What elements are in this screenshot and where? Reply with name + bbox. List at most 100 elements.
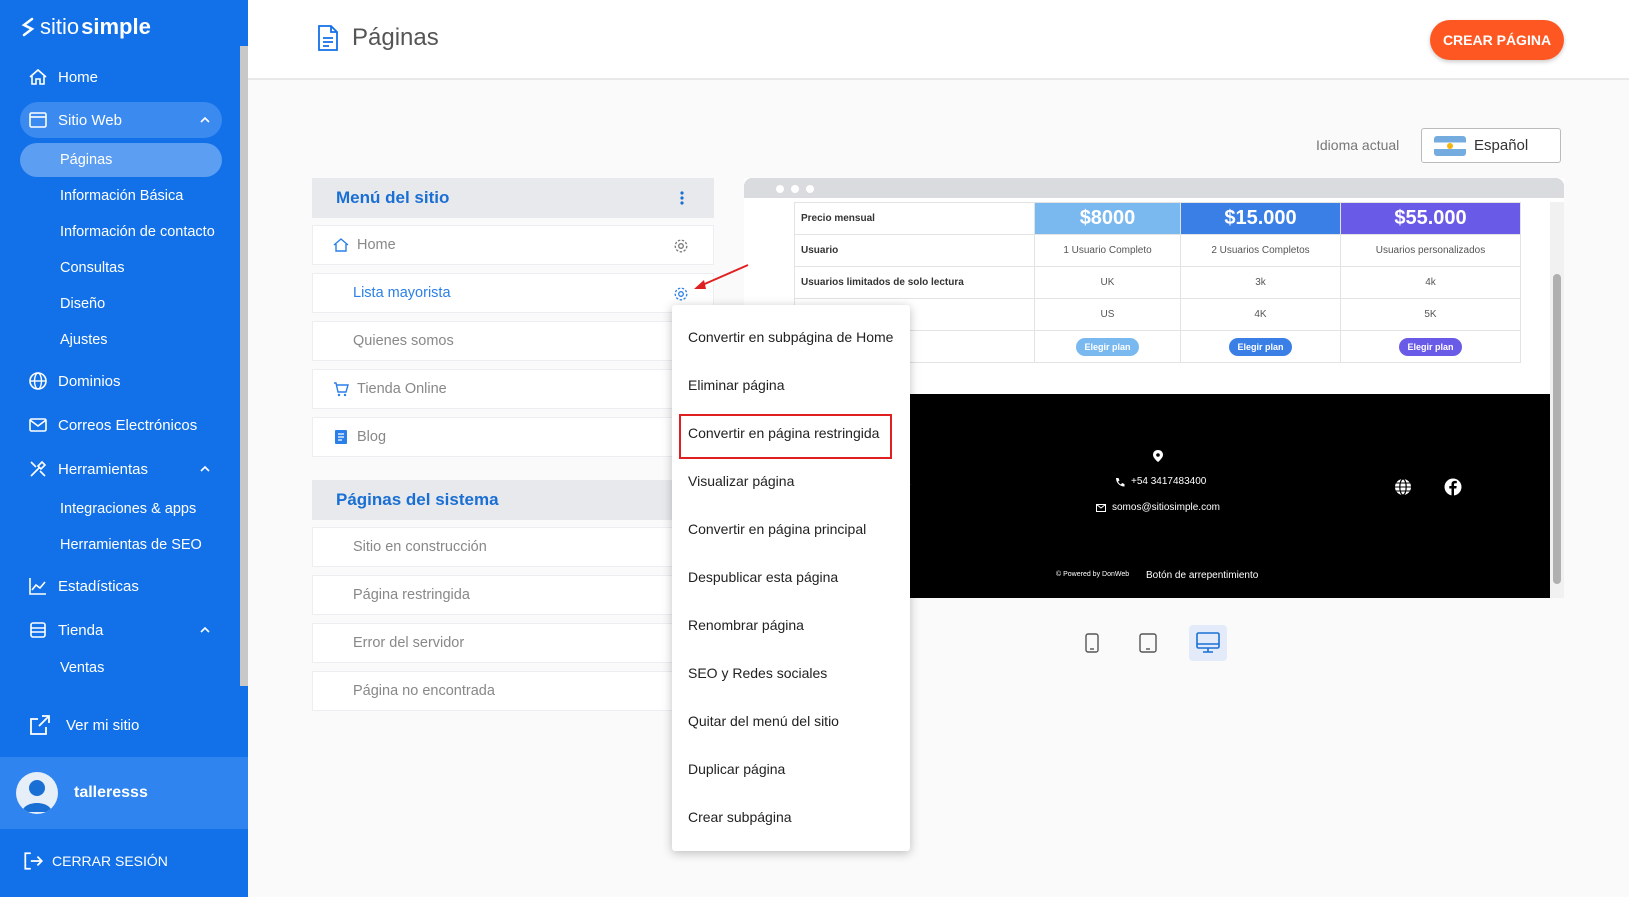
- menu-item-delete-page[interactable]: Eliminar página: [672, 365, 910, 405]
- table-cell: Usuarios personalizados: [1340, 234, 1521, 267]
- sidebar-scrollbar[interactable]: [240, 46, 248, 686]
- gear-icon[interactable]: [673, 238, 689, 254]
- menu-item-unpublish[interactable]: Despublicar esta página: [672, 557, 910, 597]
- page-row-label: Home: [357, 237, 396, 253]
- sidebar-sub-informacion-basica[interactable]: Información Básica: [20, 179, 222, 213]
- sidebar-item-correos[interactable]: Correos Electrónicos: [20, 407, 222, 443]
- menu-item-seo-social[interactable]: SEO y Redes sociales: [672, 653, 910, 693]
- mobile-view-button[interactable]: [1073, 625, 1111, 661]
- sidebar-sub-ventas[interactable]: Ventas: [20, 651, 222, 685]
- page-row-label: Blog: [357, 429, 387, 445]
- menu-item-duplicate[interactable]: Duplicar página: [672, 749, 910, 789]
- sidebar-sub-herramientas-seo[interactable]: Herramientas de SEO: [20, 528, 222, 562]
- tablet-view-button[interactable]: [1129, 625, 1167, 661]
- sidebar-item-herramientas[interactable]: Herramientas: [20, 451, 222, 487]
- sidebar-sub-integraciones[interactable]: Integraciones & apps: [20, 492, 222, 526]
- chevron-up-icon[interactable]: [198, 462, 212, 476]
- repentance-link[interactable]: Botón de arrepentimiento: [1146, 570, 1258, 581]
- sidebar-item-label: Correos Electrónicos: [58, 416, 198, 434]
- sidebar-item-label: Dominios: [58, 372, 121, 390]
- menu-item-remove-from-menu[interactable]: Quitar del menú del sitio: [672, 701, 910, 741]
- more-vertical-icon[interactable]: [680, 190, 684, 206]
- table-cell: 2 Usuarios Completos: [1180, 234, 1341, 267]
- view-site-link[interactable]: Ver mi sitio: [20, 707, 222, 743]
- table-row: Precio mensual $8000 $15.000 $55.000: [794, 202, 1521, 235]
- system-row-no-encontrada[interactable]: Página no encontrada: [312, 671, 714, 711]
- menu-item-view-page[interactable]: Visualizar página: [672, 461, 910, 501]
- mail-icon: [29, 418, 47, 432]
- page-row-home[interactable]: Home: [312, 225, 714, 265]
- menu-item-rename[interactable]: Renombrar página: [672, 605, 910, 645]
- table-row: Usuarios limitados de solo lectura UK 3k…: [794, 266, 1521, 299]
- site-menu-title: Menú del sitio: [336, 188, 450, 207]
- choose-plan-button[interactable]: Elegir plan: [1229, 337, 1292, 356]
- menu-item-convert-restricted[interactable]: Convertir en página restringida: [672, 413, 910, 453]
- phone-text: +54 3417483400: [1131, 476, 1207, 487]
- sidebar-item-sitio-web[interactable]: Sitio Web: [20, 102, 222, 138]
- choose-plan-button[interactable]: Elegir plan: [1399, 337, 1462, 356]
- sidebar-sub-consultas[interactable]: Consultas: [20, 251, 222, 285]
- chart-icon: [29, 578, 46, 595]
- preview-scrollbar[interactable]: [1550, 202, 1564, 598]
- brand-light: sitio: [40, 14, 80, 39]
- price-cell: $8000: [1034, 202, 1181, 235]
- sidebar-item-home[interactable]: Home: [20, 59, 222, 95]
- system-pages-title: Páginas del sistema: [336, 490, 499, 509]
- website-globe-icon[interactable]: [1394, 478, 1412, 496]
- price-value: $15.000: [1224, 207, 1297, 229]
- external-link-icon: [30, 715, 50, 735]
- sidebar-item-estadisticas[interactable]: Estadísticas: [20, 568, 222, 604]
- tablet-icon: [1139, 633, 1157, 653]
- table-cell: US: [1034, 298, 1181, 331]
- sidebar-item-label: Estadísticas: [58, 577, 139, 595]
- logout-button[interactable]: CERRAR SESIÓN: [22, 850, 168, 872]
- language-label: Idioma actual: [1316, 137, 1400, 153]
- price-cell: $15.000: [1180, 202, 1341, 235]
- menu-item-convert-main[interactable]: Convertir en página principal: [672, 509, 910, 549]
- system-row-restringida[interactable]: Página restringida: [312, 575, 714, 615]
- table-cell: Precio mensual: [794, 202, 1035, 235]
- user-profile[interactable]: talleresss: [0, 757, 248, 829]
- site-menu-header: Menú del sitio: [312, 178, 714, 218]
- gear-icon[interactable]: [673, 286, 689, 302]
- choose-plan-button[interactable]: Elegir plan: [1076, 337, 1139, 356]
- sidebar-sub-ajustes[interactable]: Ajustes: [20, 323, 222, 357]
- sidebar-item-label: Sitio Web: [58, 111, 122, 129]
- logo[interactable]: sitio simple: [18, 14, 151, 40]
- header: Páginas CREAR PÁGINA: [248, 0, 1629, 80]
- desktop-view-button[interactable]: [1189, 625, 1227, 661]
- system-row-construccion[interactable]: Sitio en construcción: [312, 527, 714, 567]
- table-row: Usuario 1 Usuario Completo 2 Usuarios Co…: [794, 234, 1521, 267]
- sidebar-sub-diseno[interactable]: Diseño: [20, 287, 222, 321]
- facebook-icon[interactable]: [1444, 478, 1462, 496]
- page-row-quienes-somos[interactable]: Quienes somos: [312, 321, 714, 361]
- chevron-up-icon[interactable]: [198, 623, 212, 637]
- desktop-icon: [1196, 632, 1220, 653]
- chevron-up-icon[interactable]: [198, 113, 212, 127]
- browser-window-icon: [29, 112, 47, 128]
- system-row-error-servidor[interactable]: Error del servidor: [312, 623, 714, 663]
- price-value: $8000: [1079, 207, 1136, 229]
- table-cell: 4K: [1180, 298, 1341, 331]
- language-select[interactable]: Español: [1421, 128, 1561, 163]
- page-row-blog[interactable]: Blog: [312, 417, 714, 457]
- system-pages-header: Páginas del sistema: [312, 480, 714, 520]
- home-icon: [29, 68, 47, 85]
- view-site-label: Ver mi sitio: [66, 716, 140, 734]
- page-row-lista-mayorista[interactable]: Lista mayorista: [312, 273, 714, 313]
- page-row-tienda-online[interactable]: Tienda Online: [312, 369, 714, 409]
- sidebar-item-tienda[interactable]: Tienda: [20, 612, 222, 648]
- sidebar-item-dominios[interactable]: Dominios: [20, 363, 222, 399]
- preview-browser-bar: [744, 178, 1564, 198]
- tools-icon: [30, 460, 47, 477]
- menu-item-convert-subpage[interactable]: Convertir en subpágina de Home: [672, 317, 910, 357]
- page-context-menu: Convertir en subpágina de Home Eliminar …: [672, 305, 910, 851]
- create-page-button[interactable]: CREAR PÁGINA: [1430, 20, 1564, 60]
- location-pin-icon: [1153, 450, 1163, 462]
- preview-scrollbar-thumb[interactable]: [1553, 274, 1561, 584]
- globe-icon: [29, 372, 47, 390]
- mobile-icon: [1085, 633, 1099, 653]
- sidebar-sub-informacion-contacto[interactable]: Información de contacto: [20, 215, 222, 249]
- sidebar-sub-paginas[interactable]: Páginas: [20, 143, 222, 177]
- menu-item-create-subpage[interactable]: Crear subpágina: [672, 797, 910, 837]
